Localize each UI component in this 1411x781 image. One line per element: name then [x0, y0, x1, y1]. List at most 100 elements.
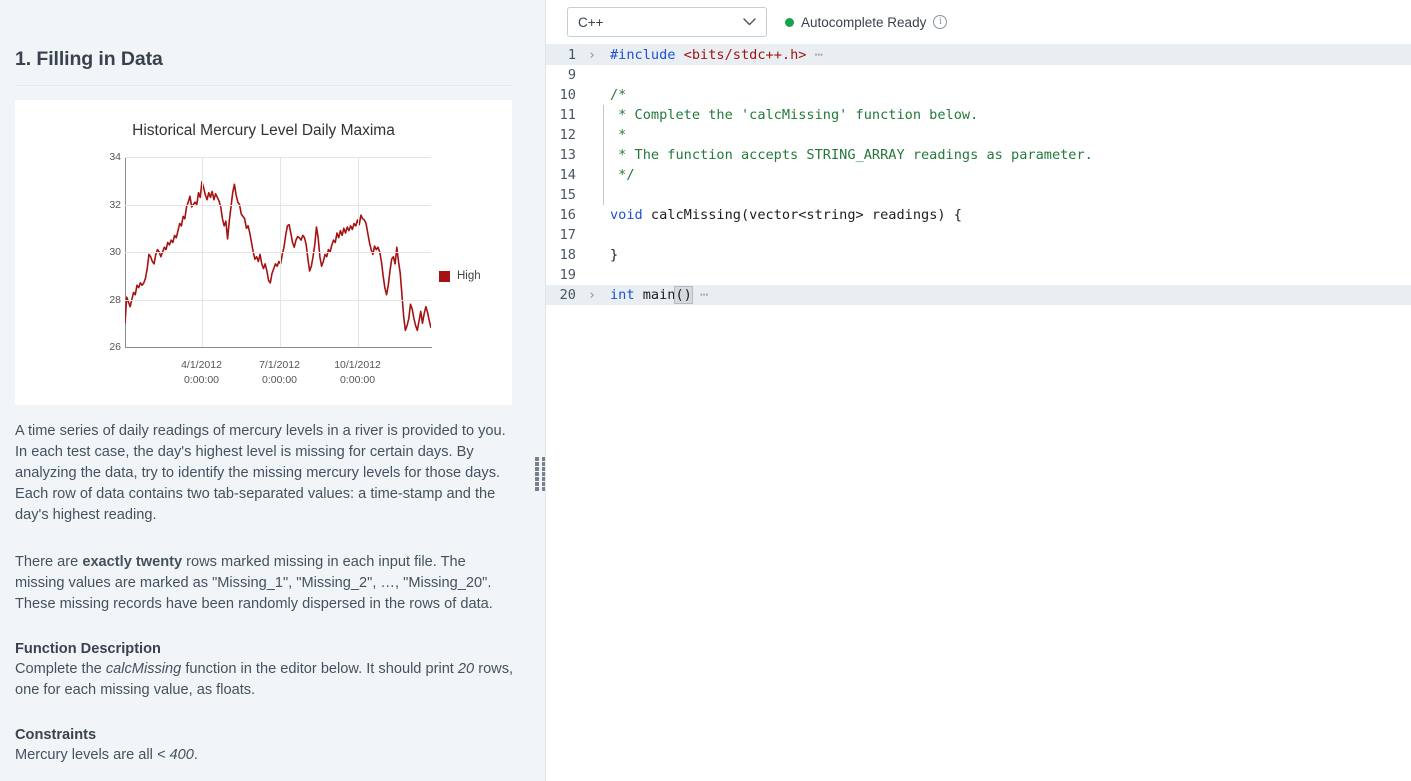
- code-token: * The function accepts STRING_ARRAY read…: [610, 147, 1093, 163]
- language-select[interactable]: C++JavaPython 3CJavaScript: [567, 7, 767, 37]
- y-axis-tick-28: 28: [109, 293, 121, 306]
- x-axis-tick-label: 10/1/2012 0:00:00: [313, 358, 403, 388]
- code-token: void: [610, 207, 643, 223]
- handle-dot: [534, 477, 539, 481]
- line-number: 19: [559, 267, 576, 283]
- line-number: 14: [559, 167, 576, 183]
- grid-line-horizontal: [125, 204, 431, 206]
- code-text: /*: [610, 85, 1411, 105]
- handle-dot: [541, 472, 545, 476]
- x-tick-date: 10/1/2012: [334, 359, 381, 371]
- handle-dot: [534, 462, 539, 466]
- code-line[interactable]: 18}: [546, 245, 1411, 265]
- autocomplete-status: Autocomplete Ready i: [785, 14, 948, 30]
- grid-line-horizontal: [125, 299, 431, 301]
- code-text: * The function accepts STRING_ARRAY read…: [610, 145, 1411, 165]
- line-number: 11: [559, 107, 576, 123]
- line-number: 15: [559, 187, 576, 203]
- code-token: #include: [610, 47, 684, 63]
- fold-toggle-icon[interactable]: ›: [584, 45, 600, 65]
- fold-gutter-spacer: [584, 165, 600, 185]
- handle-dot: [534, 457, 539, 461]
- code-line[interactable]: 13 * The function accepts STRING_ARRAY r…: [546, 145, 1411, 165]
- page-title: 1. Filling in Data: [15, 48, 163, 70]
- code-token: }: [610, 247, 619, 263]
- y-axis-tick-32: 32: [109, 198, 121, 211]
- code-text: *: [610, 125, 1411, 145]
- comment-indent-guide: [600, 105, 610, 125]
- code-line[interactable]: 20 › int main() ⋯: [546, 285, 1411, 305]
- autocomplete-status-label: Autocomplete Ready: [801, 14, 927, 30]
- problem-paragraph-2: There are exactly twenty rows marked mis…: [15, 552, 515, 615]
- y-axis-tick-30: 30: [109, 246, 121, 258]
- comment-indent-guide: [600, 225, 610, 245]
- info-icon[interactable]: i: [933, 15, 948, 29]
- comment-indent-guide: [600, 85, 610, 105]
- comment-indent-guide: [600, 185, 610, 205]
- legend-swatch-high: [439, 270, 450, 282]
- comment-indent-guide: [600, 165, 610, 185]
- fold-gutter-spacer: [584, 225, 600, 245]
- line-number: 17: [559, 227, 576, 243]
- code-line[interactable]: 17: [546, 225, 1411, 245]
- x-axis-tick-label: 7/1/2012 0:00:00: [235, 358, 325, 388]
- fold-gutter-spacer: [584, 85, 600, 105]
- code-line[interactable]: 12 *: [546, 125, 1411, 145]
- code-token: */: [610, 167, 635, 183]
- handle-dot: [534, 482, 539, 486]
- chart-card: Historical Mercury Level Daily Maxima 26…: [15, 100, 512, 405]
- fold-gutter-spacer: [584, 245, 600, 265]
- code-line[interactable]: 10 /*: [546, 85, 1411, 105]
- fold-gutter-spacer: [584, 125, 600, 145]
- handle-dot: [541, 482, 545, 486]
- comment-indent-guide: [600, 125, 610, 145]
- code-token: ⋯: [806, 47, 823, 63]
- code-line[interactable]: 1 › #include <bits/stdc++.h> ⋯: [546, 45, 1411, 65]
- y-axis-tick-labels: 26 28 30 32 34: [97, 100, 121, 405]
- line-number: 12: [559, 127, 576, 143]
- fold-gutter-spacer: [584, 105, 600, 125]
- code-line[interactable]: 14 */: [546, 165, 1411, 185]
- constraints-text: Mercury levels are all < 400.: [15, 745, 515, 766]
- code-line[interactable]: 15: [546, 185, 1411, 205]
- constraints-part-1: Mercury levels are all: [15, 747, 157, 763]
- problem-statement-panel: 1. Filling in Data Historical Mercury Le…: [0, 0, 546, 781]
- code-line[interactable]: 11 * Complete the 'calcMissing' function…: [546, 105, 1411, 125]
- fold-gutter-spacer: [584, 265, 600, 285]
- code-text: */: [610, 165, 1411, 185]
- chart-title: Historical Mercury Level Daily Maxima: [132, 122, 395, 139]
- y-axis-tick-34: 34: [109, 151, 121, 163]
- comment-indent-guide: [600, 285, 610, 305]
- panel-resize-handle[interactable]: [534, 456, 545, 492]
- x-tick-time: 0:00:00: [183, 374, 220, 386]
- fd-row-count: 20: [457, 661, 475, 677]
- code-token: <bits/stdc++.h>: [683, 47, 807, 63]
- x-tick-date: 4/1/2012: [181, 359, 222, 371]
- comment-indent-guide: [600, 205, 610, 225]
- code-token: (): [674, 286, 693, 304]
- fold-gutter-spacer: [584, 145, 600, 165]
- fold-toggle-icon[interactable]: ›: [584, 285, 600, 305]
- code-area[interactable]: 1 › #include <bits/stdc++.h> ⋯ 9 10 /* 11 * Co…: [546, 44, 1411, 781]
- x-axis-line: [125, 347, 432, 348]
- grid-line-vertical: [279, 157, 281, 347]
- constraints-part-2: .: [193, 747, 198, 763]
- code-token: *: [610, 127, 627, 143]
- code-token: int: [610, 287, 635, 303]
- constraints-heading: Constraints: [15, 727, 97, 743]
- code-line[interactable]: 19: [546, 265, 1411, 285]
- line-number: 20: [559, 287, 576, 303]
- chart-plot-area: [125, 157, 431, 347]
- handle-dot: [534, 467, 539, 471]
- code-token: * Complete the 'calcMissing' function be…: [610, 107, 979, 123]
- fold-gutter-spacer: [584, 65, 600, 85]
- status-dot-icon: [785, 17, 794, 27]
- code-line[interactable]: 16 void calcMissing(vector<string> readin…: [546, 205, 1411, 225]
- code-text: * Complete the 'calcMissing' function be…: [610, 105, 1411, 125]
- paragraph-2-emphasis: exactly twenty: [82, 554, 183, 570]
- y-axis-tick-26: 26: [109, 341, 121, 353]
- code-line[interactable]: 9: [546, 65, 1411, 85]
